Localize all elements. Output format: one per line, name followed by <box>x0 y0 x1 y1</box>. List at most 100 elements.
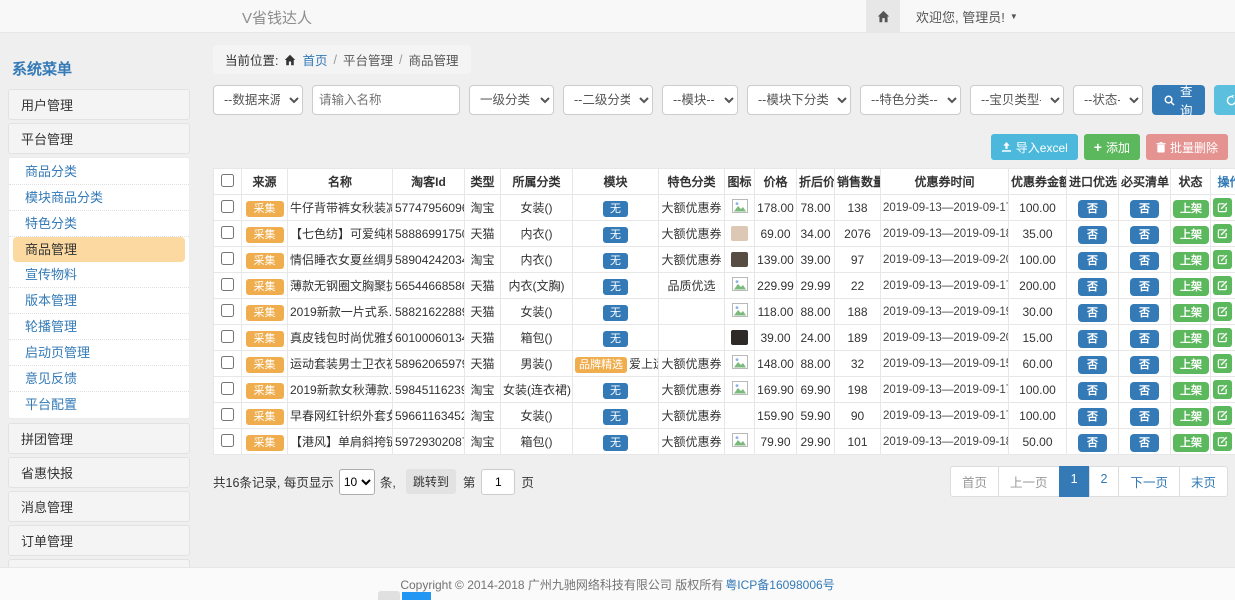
sidebar-sub-item[interactable]: 轮播管理 <box>9 314 189 340</box>
edit-button[interactable] <box>1213 224 1232 243</box>
import-select-toggle[interactable]: 否 <box>1078 304 1107 322</box>
filter-select[interactable]: --状态-- <box>1073 85 1143 115</box>
batch-delete-button[interactable]: 批量删除 <box>1146 134 1228 160</box>
shop-type-cell: 淘宝 <box>465 195 501 221</box>
row-checkbox[interactable] <box>221 356 234 369</box>
filter-select[interactable]: --模块-- <box>662 85 738 115</box>
row-checkbox[interactable] <box>221 304 234 317</box>
table-row: 采集【港风】单肩斜挎链条...597293020870淘宝箱包()无大额优惠券7… <box>214 429 1235 455</box>
sidebar-group-item[interactable]: 平台管理 <box>8 123 190 154</box>
import-select-toggle[interactable]: 否 <box>1078 382 1107 400</box>
sidebar-group-item[interactable]: 消息管理 <box>8 491 190 522</box>
icp-link[interactable]: 粤ICP备16098006号 <box>725 576 834 593</box>
filter-select[interactable]: --数据来源-- <box>213 85 303 115</box>
pager-button[interactable]: 上一页 <box>998 466 1060 497</box>
row-checkbox[interactable] <box>221 200 234 213</box>
sidebar-sub-item[interactable]: 版本管理 <box>9 288 189 314</box>
must-buy-toggle[interactable]: 否 <box>1130 278 1159 296</box>
import-select-toggle[interactable]: 否 <box>1078 408 1107 426</box>
sidebar-sub-item[interactable]: 意见反馈 <box>9 366 189 392</box>
status-badge[interactable]: 上架 <box>1173 278 1209 296</box>
status-badge[interactable]: 上架 <box>1173 252 1209 270</box>
import-select-toggle[interactable]: 否 <box>1078 200 1107 218</box>
edit-button[interactable] <box>1213 250 1232 269</box>
pager-button[interactable]: 下一页 <box>1118 466 1180 497</box>
sidebar-sub-item[interactable]: 商品管理 <box>13 237 185 262</box>
per-page-select[interactable]: 10 <box>339 469 375 495</box>
row-checkbox[interactable] <box>221 226 234 239</box>
add-button[interactable]: + 添加 <box>1084 134 1140 160</box>
sidebar-sub-item[interactable]: 平台配置 <box>9 392 189 417</box>
sidebar-group-item[interactable]: 兑换管理 <box>8 559 190 567</box>
reset-button[interactable]: 重置 <box>1214 85 1235 115</box>
name-search-input[interactable] <box>312 85 460 115</box>
filter-select[interactable]: 一级分类 <box>469 85 554 115</box>
import-select-toggle[interactable]: 否 <box>1078 278 1107 296</box>
pager-current-page[interactable]: 1 <box>1059 466 1090 497</box>
must-buy-toggle[interactable]: 否 <box>1130 382 1159 400</box>
must-buy-toggle[interactable]: 否 <box>1130 226 1159 244</box>
edit-button[interactable] <box>1213 380 1232 399</box>
row-checkbox[interactable] <box>221 252 234 265</box>
status-badge[interactable]: 上架 <box>1173 356 1209 374</box>
sidebar-sub-item[interactable]: 宣传物料 <box>9 262 189 288</box>
row-checkbox[interactable] <box>221 382 234 395</box>
import-excel-button[interactable]: 导入excel <box>991 134 1078 160</box>
feature-category-cell: 大额优惠券 <box>659 403 725 429</box>
filter-select[interactable]: --特色分类-- <box>860 85 961 115</box>
import-select-cell: 否 <box>1067 273 1119 299</box>
must-buy-toggle[interactable]: 否 <box>1130 252 1159 270</box>
must-buy-toggle[interactable]: 否 <box>1130 408 1159 426</box>
sidebar-sub-item[interactable]: 特色分类 <box>9 211 189 237</box>
filter-select[interactable]: --模块下分类-- <box>747 85 851 115</box>
import-select-cell: 否 <box>1067 247 1119 273</box>
page-number-input[interactable] <box>481 469 515 495</box>
pager-button[interactable]: 末页 <box>1179 466 1228 497</box>
row-checkbox[interactable] <box>221 434 234 447</box>
import-select-cell: 否 <box>1067 403 1119 429</box>
must-buy-toggle[interactable]: 否 <box>1130 434 1159 452</box>
sidebar-group-item[interactable]: 订单管理 <box>8 525 190 556</box>
sidebar-group-item[interactable]: 省惠快报 <box>8 457 190 488</box>
edit-button[interactable] <box>1213 328 1232 347</box>
must-buy-toggle[interactable]: 否 <box>1130 330 1159 348</box>
breadcrumb-home-link[interactable]: 首页 <box>302 50 327 69</box>
status-badge[interactable]: 上架 <box>1173 226 1209 244</box>
must-buy-toggle[interactable]: 否 <box>1130 304 1159 322</box>
import-select-toggle[interactable]: 否 <box>1078 226 1107 244</box>
must-buy-toggle[interactable]: 否 <box>1130 200 1159 218</box>
pager-button[interactable]: 首页 <box>950 466 999 497</box>
row-checkbox[interactable] <box>221 278 234 291</box>
edit-button[interactable] <box>1213 406 1232 425</box>
edit-button[interactable] <box>1213 276 1232 295</box>
status-badge[interactable]: 上架 <box>1173 408 1209 426</box>
row-checkbox[interactable] <box>221 330 234 343</box>
must-buy-toggle[interactable]: 否 <box>1130 356 1159 374</box>
status-badge[interactable]: 上架 <box>1173 382 1209 400</box>
sidebar-group-item[interactable]: 拼团管理 <box>8 423 190 454</box>
select-all-checkbox[interactable] <box>221 174 234 187</box>
user-menu[interactable]: 欢迎您, 管理员! ▼ <box>916 7 1018 26</box>
search-button[interactable]: 查询 <box>1152 85 1205 115</box>
import-select-toggle[interactable]: 否 <box>1078 434 1107 452</box>
sidebar-sub-item[interactable]: 启动页管理 <box>9 340 189 366</box>
filter-select[interactable]: --二级分类-- <box>563 85 653 115</box>
sidebar-sub-item[interactable]: 模块商品分类 <box>9 185 189 211</box>
status-badge[interactable]: 上架 <box>1173 304 1209 322</box>
import-select-toggle[interactable]: 否 <box>1078 356 1107 374</box>
status-badge[interactable]: 上架 <box>1173 434 1209 452</box>
edit-button[interactable] <box>1213 198 1232 217</box>
sidebar-group-item[interactable]: 用户管理 <box>8 89 190 120</box>
import-select-toggle[interactable]: 否 <box>1078 252 1107 270</box>
sidebar-sub-item[interactable]: 商品分类 <box>9 159 189 185</box>
edit-button[interactable] <box>1213 302 1232 321</box>
pager-button[interactable]: 2 <box>1089 466 1120 497</box>
home-button[interactable] <box>866 0 900 32</box>
row-checkbox[interactable] <box>221 408 234 421</box>
status-badge[interactable]: 上架 <box>1173 200 1209 218</box>
edit-button[interactable] <box>1213 354 1232 373</box>
filter-select[interactable]: --宝贝类型-- <box>970 85 1064 115</box>
status-badge[interactable]: 上架 <box>1173 330 1209 348</box>
import-select-toggle[interactable]: 否 <box>1078 330 1107 348</box>
edit-button[interactable] <box>1213 432 1232 451</box>
